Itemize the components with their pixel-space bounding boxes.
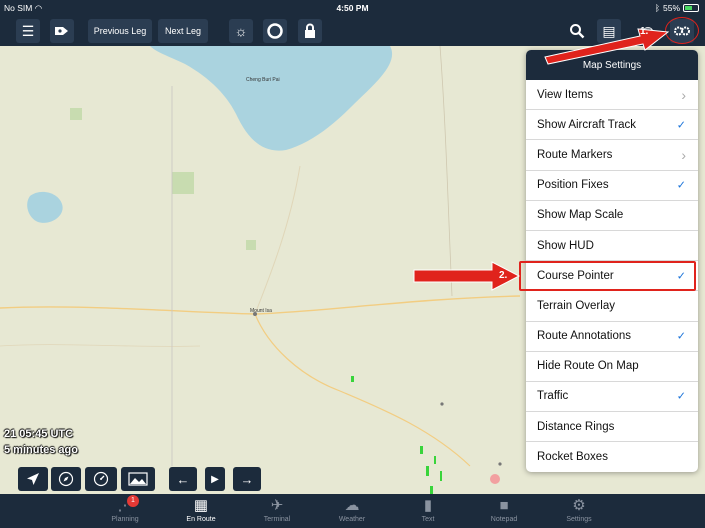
book-icon: ▮ — [423, 497, 433, 514]
tab-notepad[interactable]: ■ Notepad — [474, 496, 534, 523]
tab-settings[interactable]: ⚙ Settings — [549, 496, 609, 523]
airplane-icon: ✈ — [270, 497, 284, 514]
tab-terminal[interactable]: ✈ Terminal — [247, 496, 307, 523]
tab-label: Text — [421, 516, 435, 523]
tab-label: En Route — [186, 516, 216, 523]
notepad-icon: ■ — [499, 497, 509, 514]
tab-planning[interactable]: ⋰ 1 Planning — [95, 495, 155, 523]
cloud-icon: ☁ — [344, 497, 360, 514]
annotation-arrows — [413, 28, 670, 291]
bottom-tab-bar: ⋰ 1 Planning ▦ En Route ✈ Terminal ☁ Wea… — [0, 494, 705, 528]
annotation-arrow-1 — [544, 28, 670, 65]
annotation-step-1: 1. — [640, 26, 649, 37]
gear-icon: ⚙ — [572, 497, 586, 514]
planning-badge: 1 — [127, 495, 139, 507]
tab-label: Terminal — [263, 516, 291, 523]
tab-label: Planning — [111, 516, 139, 523]
tab-text[interactable]: ▮ Text — [398, 496, 458, 523]
tab-weather[interactable]: ☁ Weather — [322, 496, 382, 523]
tab-label: Settings — [566, 516, 592, 523]
map-icon: ▦ — [193, 497, 209, 514]
route-plan-icon: ⋰ — [117, 497, 133, 514]
tab-en-route[interactable]: ▦ En Route — [171, 496, 231, 523]
tab-label: Notepad — [490, 516, 518, 523]
annotation-step-2: 2. — [499, 270, 508, 281]
tab-label: Weather — [338, 516, 366, 523]
